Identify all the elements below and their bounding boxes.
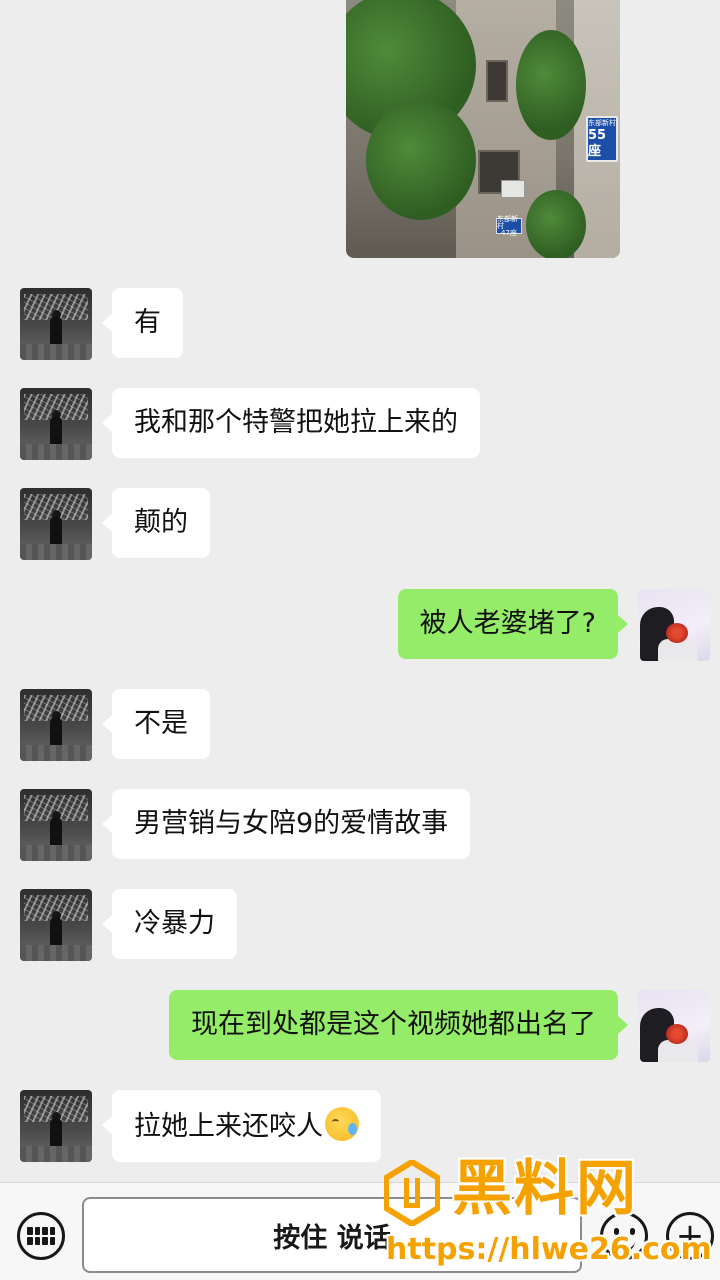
message-bubble[interactable]: 被人老婆堵了? [397,589,629,659]
photo-air-conditioner [501,180,525,198]
contact-avatar[interactable] [20,288,92,360]
message-row: 被人老婆堵了? [397,589,710,661]
my-avatar[interactable] [638,990,710,1062]
message-bubble[interactable]: 颠的 [102,488,210,558]
photo-message[interactable]: 东部新村 55座 东部新村 47座 [346,0,620,258]
plus-icon[interactable]: + [666,1212,714,1260]
message-bubble[interactable]: 不是 [102,689,210,759]
my-avatar[interactable] [638,589,710,661]
contact-avatar[interactable] [20,889,92,961]
photo-tree [526,190,586,258]
message-bubble[interactable]: 冷暴力 [102,889,237,959]
chat-area[interactable]: 东部新村 55座 东部新村 47座 有 我和那个特警把她拉上来的 颠的 被人老婆… [0,0,720,1182]
contact-avatar[interactable] [20,1090,92,1162]
message-bubble[interactable]: 男营销与女陪9的爱情故事 [101,789,471,859]
message-row: 男营销与女陪9的爱情故事 [20,789,471,861]
message-text: 冷暴力 [134,908,215,939]
message-text: 有 [134,307,161,338]
message-bubble[interactable]: 现在到处都是这个视频她都出名了 [169,990,628,1060]
message-bubble[interactable]: 我和那个特警把她拉上来的 [102,388,480,458]
contact-avatar[interactable] [20,789,92,861]
message-text: 颠的 [134,507,188,538]
message-row: 我和那个特警把她拉上来的 [20,388,480,460]
message-row: 不是 [20,689,210,761]
sign-text: 东部新村 [497,214,518,230]
message-text: 现在到处都是这个视频她都出名了 [191,1009,596,1040]
sign-text: 东部新村 [588,118,616,127]
message-bubble[interactable]: 有 [102,288,183,358]
message-row: 冷暴力 [20,889,237,961]
message-text: 不是 [134,708,188,739]
message-text: 男营销与女陪9的爱情故事 [134,808,449,839]
message-row: 现在到处都是这个视频她都出名了 [169,990,710,1062]
message-bubble[interactable]: 拉她上来还咬人 [102,1090,381,1162]
crying-laughing-emoji-icon [325,1107,359,1141]
emoji-icon[interactable] [600,1212,648,1260]
photo-small-sign: 东部新村 47座 [496,214,522,237]
photo-window [486,60,508,102]
sign-number: 47座 [501,228,517,237]
photo-tree [366,100,476,220]
message-row: 颠的 [20,488,210,560]
message-row: 拉她上来还咬人 [20,1090,381,1162]
message-text: 拉她上来还咬人 [134,1111,323,1142]
message-text: 我和那个特警把她拉上来的 [134,407,458,438]
message-row: 有 [20,288,183,360]
photo-tree [516,30,586,140]
hold-to-talk-button[interactable]: 按住 说话 [82,1197,582,1273]
contact-avatar[interactable] [20,488,92,560]
contact-avatar[interactable] [20,689,92,761]
photo-street-sign: 东部新村 55座 [586,116,618,162]
sign-number: 55座 [588,127,607,159]
contact-avatar[interactable] [20,388,92,460]
keyboard-icon[interactable] [17,1212,65,1260]
hold-to-talk-label: 按住 说话 [273,1222,391,1254]
input-toolbar: 按住 说话 + [0,1182,720,1280]
message-text: 被人老婆堵了? [419,608,596,639]
